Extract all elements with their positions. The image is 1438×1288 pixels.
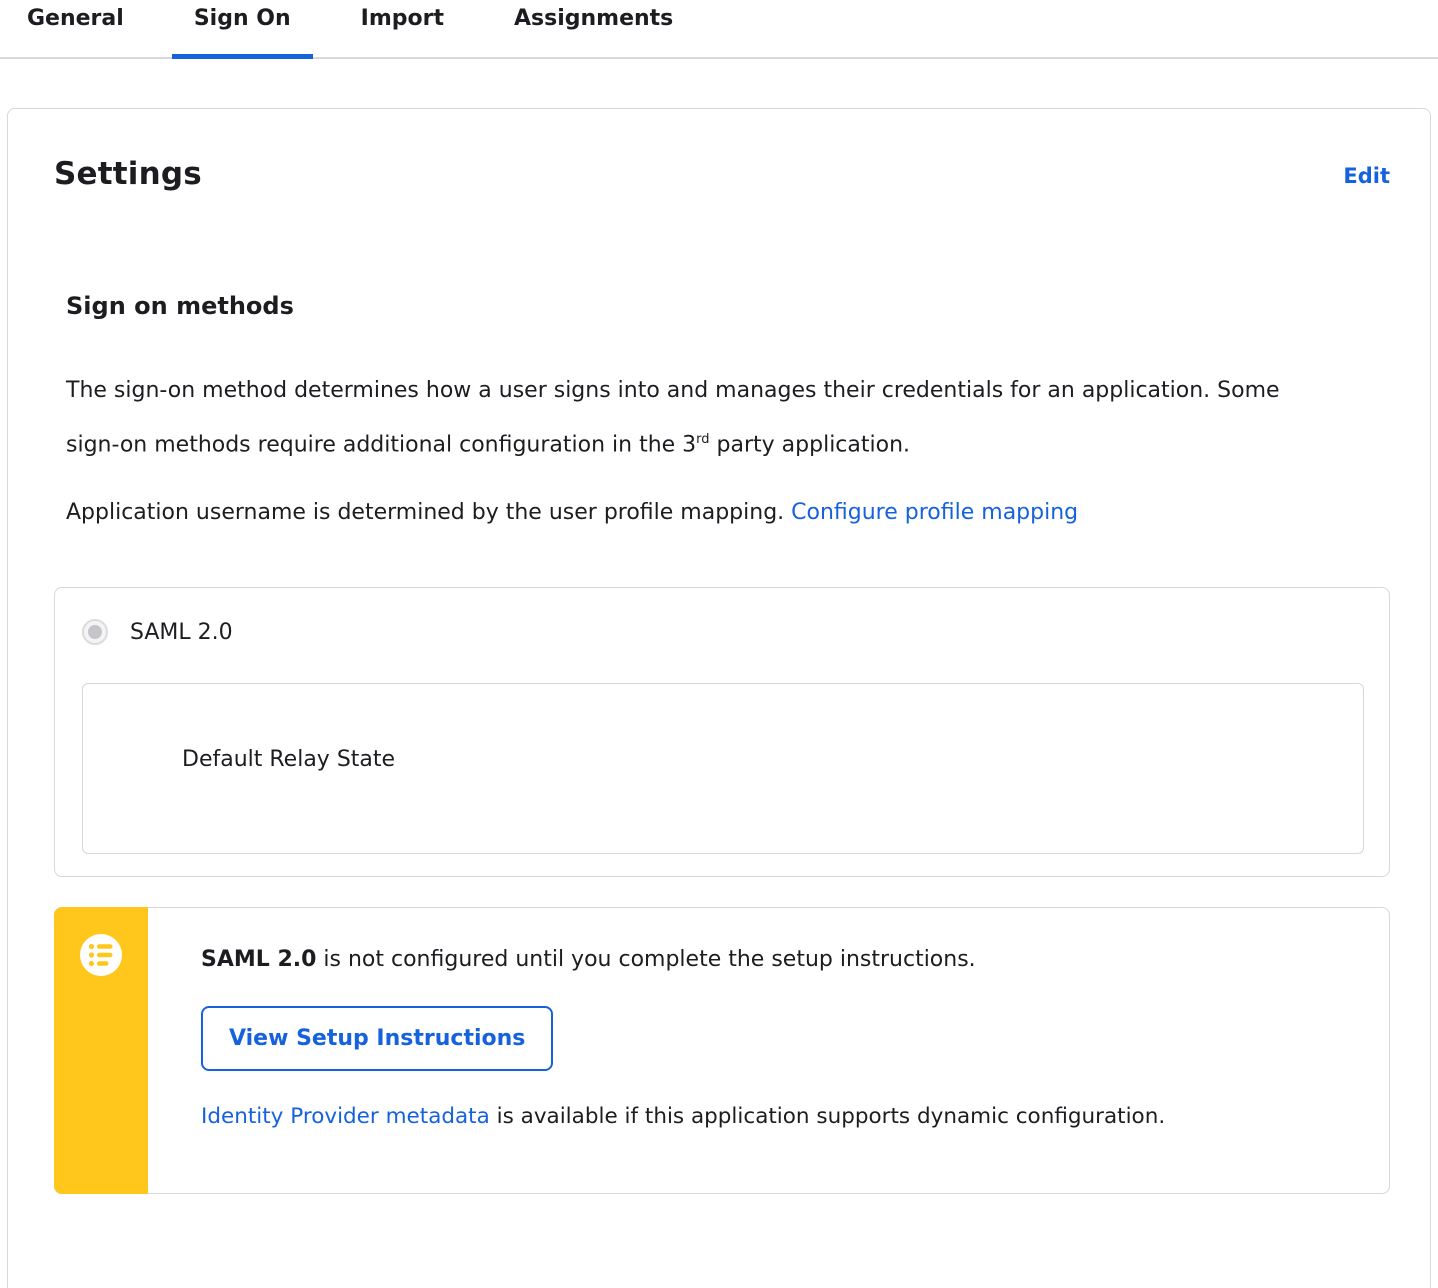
- sign-on-methods-section: Sign on methods The sign-on method deter…: [54, 292, 1390, 537]
- saml-radio-dot: [88, 625, 102, 640]
- identity-provider-metadata-link[interactable]: Identity Provider metadata: [201, 1104, 490, 1129]
- tab-import[interactable]: Import: [339, 0, 466, 57]
- default-relay-state-box: Default Relay State: [82, 683, 1364, 855]
- default-relay-state-label: Default Relay State: [182, 747, 396, 773]
- app-tab-bar: General Sign On Import Assignments: [0, 0, 1438, 59]
- settings-card: Settings Edit Sign on methods The sign-o…: [7, 108, 1431, 1288]
- sign-on-methods-description: The sign-on method determines how a user…: [66, 366, 1311, 469]
- sign-on-methods-heading: Sign on methods: [66, 292, 294, 320]
- saml-option-box: SAML 2.0 Default Relay State: [54, 587, 1390, 878]
- description-text-part1: The sign-on method determines how a user…: [66, 378, 1280, 458]
- banner-content: SAML 2.0 is not configured until you com…: [148, 908, 1389, 1174]
- view-setup-instructions-button[interactable]: View Setup Instructions: [201, 1006, 554, 1072]
- tab-assignments[interactable]: Assignments: [492, 0, 695, 57]
- saml-option-label: SAML 2.0: [130, 619, 233, 645]
- setup-instructions-list-icon: [80, 934, 122, 977]
- tab-sign-on[interactable]: Sign On: [171, 0, 313, 59]
- tab-general-label: General: [27, 6, 124, 31]
- description-text-part2: party application.: [709, 432, 911, 458]
- banner-message-rest: is not configured until you complete the…: [316, 947, 976, 973]
- tab-assignments-label: Assignments: [513, 6, 674, 31]
- metadata-note: Identity Provider metadata is available …: [201, 1102, 1365, 1132]
- configure-profile-mapping-link[interactable]: Configure profile mapping: [791, 500, 1078, 525]
- tab-import-label: Import: [360, 6, 444, 31]
- banner-message: SAML 2.0 is not configured until you com…: [201, 944, 1365, 975]
- username-mapping-text: Application username is determined by th…: [66, 500, 792, 526]
- metadata-note-rest: is available if this application support…: [489, 1104, 1166, 1130]
- tab-general[interactable]: General: [5, 0, 146, 57]
- saml-radio-button[interactable]: [82, 619, 108, 646]
- settings-title: Settings: [54, 156, 202, 192]
- banner-message-strong: SAML 2.0: [201, 947, 317, 973]
- tab-sign-on-label: Sign On: [193, 6, 291, 31]
- saml-setup-banner: SAML 2.0 is not configured until you com…: [54, 907, 1390, 1195]
- settings-card-header: Settings Edit: [54, 156, 1390, 192]
- edit-settings-link[interactable]: Edit: [1343, 164, 1390, 188]
- description-superscript: rd: [696, 432, 710, 447]
- saml-radio-row: SAML 2.0: [82, 619, 1364, 646]
- username-mapping-note: Application username is determined by th…: [66, 488, 1311, 537]
- banner-yellow-strip: [54, 907, 148, 1195]
